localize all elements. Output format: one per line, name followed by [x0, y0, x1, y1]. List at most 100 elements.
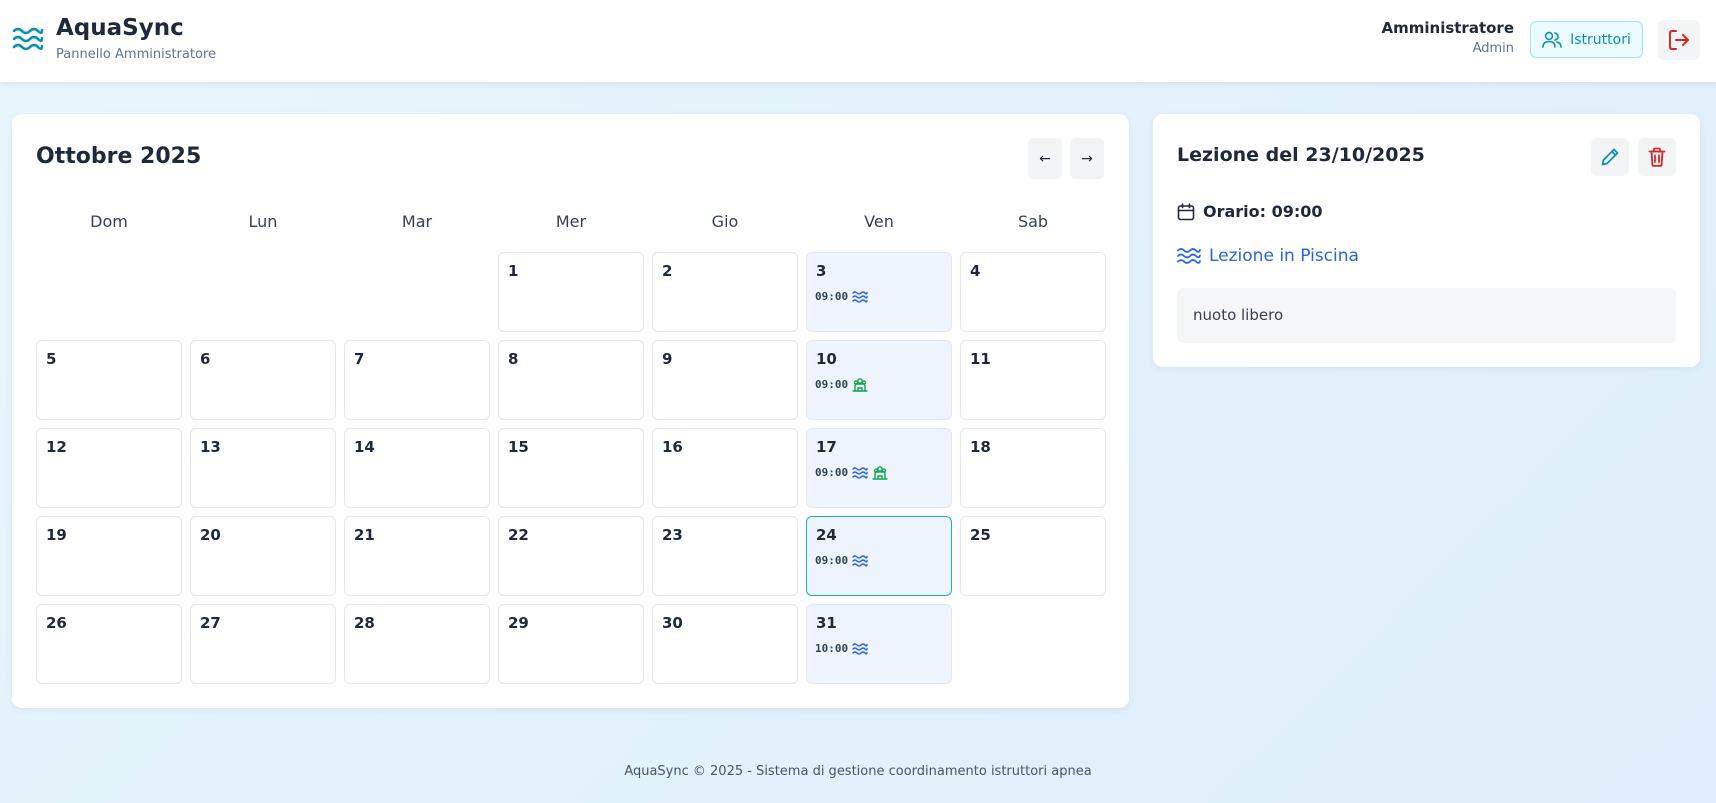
group-icon: [852, 377, 868, 392]
calendar-day[interactable]: 18: [960, 428, 1106, 508]
calendar-day[interactable]: 27: [190, 604, 336, 684]
event-time: 09:00: [815, 377, 849, 391]
day-number: 21: [354, 526, 375, 544]
day-event[interactable]: 09:00: [815, 377, 868, 392]
lesson-type: Lezione in Piscina: [1177, 246, 1359, 266]
day-number: 11: [970, 350, 991, 368]
day-number: 20: [200, 526, 221, 544]
users-icon: [1542, 31, 1562, 48]
calendar-day[interactable]: 21: [344, 516, 490, 596]
weekday-label: Lun: [248, 212, 278, 231]
group-icon: [872, 465, 888, 480]
day-number: 5: [46, 350, 57, 368]
calendar-day[interactable]: 17 09:00: [806, 428, 952, 508]
day-number: 17: [816, 438, 837, 456]
calendar-day[interactable]: 2: [652, 252, 798, 332]
app-subtitle: Pannello Amministratore: [56, 47, 216, 62]
calendar-day[interactable]: 7: [344, 340, 490, 420]
calendar-day[interactable]: 12: [36, 428, 182, 508]
lesson-time: Orario: 09:00: [1177, 202, 1323, 221]
day-number: 16: [662, 438, 683, 456]
month-title: Ottobre 2025: [36, 144, 202, 169]
day-number: 9: [662, 350, 673, 368]
calendar-day[interactable]: 13: [190, 428, 336, 508]
calendar-day[interactable]: 5: [36, 340, 182, 420]
weekday-header: Dom Lun Mar Mer Gio Ven Sab: [36, 212, 1105, 236]
instructors-label: Istruttori: [1570, 31, 1631, 48]
weekday-label: Dom: [90, 212, 128, 231]
calendar-day[interactable]: 11: [960, 340, 1106, 420]
calendar-day[interactable]: 31 10:00: [806, 604, 952, 684]
user-info: Amministratore Admin: [1382, 19, 1515, 56]
calendar-day[interactable]: 8: [498, 340, 644, 420]
waves-icon: [12, 27, 44, 51]
calendar-day[interactable]: 24 09:00: [806, 516, 952, 596]
day-number: 27: [200, 614, 221, 632]
day-number: 4: [970, 262, 981, 280]
calendar-day[interactable]: 26: [36, 604, 182, 684]
day-number: 23: [662, 526, 683, 544]
event-time: 09:00: [815, 465, 849, 479]
calendar-day[interactable]: 22: [498, 516, 644, 596]
calendar-day[interactable]: 30: [652, 604, 798, 684]
day-event[interactable]: 09:00: [815, 465, 888, 480]
calendar-day[interactable]: 25: [960, 516, 1106, 596]
weekday-label: Sab: [1017, 212, 1049, 231]
day-event[interactable]: 09:00: [815, 553, 868, 567]
day-number: 25: [970, 526, 991, 544]
calendar-day[interactable]: 6: [190, 340, 336, 420]
calendar-day[interactable]: 9: [652, 340, 798, 420]
calendar-day[interactable]: 15: [498, 428, 644, 508]
calendar-day[interactable]: 4: [960, 252, 1106, 332]
next-month-button[interactable]: →: [1070, 138, 1104, 179]
user-name: Amministratore: [1381, 19, 1515, 37]
weekday-label: Mer: [555, 212, 587, 231]
day-number: 13: [200, 438, 221, 456]
day-number: 3: [816, 262, 827, 280]
day-number: 28: [354, 614, 375, 632]
page-footer: AquaSync © 2025 - Sistema di gestione co…: [624, 764, 1092, 779]
day-event[interactable]: 10:00: [815, 641, 868, 655]
day-number: 30: [662, 614, 683, 632]
event-time: 09:00: [815, 289, 849, 303]
day-number: 18: [970, 438, 991, 456]
pencil-icon: [1601, 148, 1619, 166]
calendar-day[interactable]: 16: [652, 428, 798, 508]
day-number: 2: [662, 262, 673, 280]
lesson-detail-card: Lezione del 23/10/2025 Orario: 09:00 Lez…: [1153, 114, 1700, 367]
instructors-button[interactable]: Istruttori: [1530, 21, 1643, 58]
day-number: 19: [46, 526, 67, 544]
day-number: 22: [508, 526, 529, 544]
day-number: 14: [354, 438, 375, 456]
event-time: 09:00: [815, 553, 849, 567]
day-number: 31: [816, 614, 837, 632]
calendar-day[interactable]: 10 09:00: [806, 340, 952, 420]
calendar-day[interactable]: 1: [498, 252, 644, 332]
waves-icon: [852, 553, 868, 567]
day-number: 8: [508, 350, 519, 368]
lesson-title: Lezione del 23/10/2025: [1177, 144, 1425, 166]
calendar-day[interactable]: 20: [190, 516, 336, 596]
calendar-day[interactable]: 14: [344, 428, 490, 508]
calendar-day[interactable]: 29: [498, 604, 644, 684]
delete-button[interactable]: [1638, 138, 1676, 176]
day-number: 7: [354, 350, 365, 368]
calendar-grid: 1 2 3 09:00 4 5 6 7 8 9 10 09:00 11 12 13 14 15 16 17 09:00…: [36, 252, 1106, 684]
waves-icon: [852, 641, 868, 655]
waves-icon: [852, 465, 868, 479]
logout-button[interactable]: [1658, 20, 1700, 60]
calendar-day[interactable]: 23: [652, 516, 798, 596]
day-number: 15: [508, 438, 529, 456]
calendar-day[interactable]: 3 09:00: [806, 252, 952, 332]
user-role: Admin: [1472, 41, 1514, 56]
waves-icon: [1177, 248, 1201, 264]
lesson-type-text: Lezione in Piscina: [1209, 246, 1359, 266]
day-event[interactable]: 09:00: [815, 289, 868, 303]
calendar-day[interactable]: 28: [344, 604, 490, 684]
weekday-label: Gio: [711, 212, 739, 231]
calendar-day[interactable]: 19: [36, 516, 182, 596]
calendar-icon: [1177, 202, 1195, 220]
edit-button[interactable]: [1591, 138, 1629, 176]
waves-icon: [852, 289, 868, 303]
prev-month-button[interactable]: ←: [1028, 138, 1062, 179]
